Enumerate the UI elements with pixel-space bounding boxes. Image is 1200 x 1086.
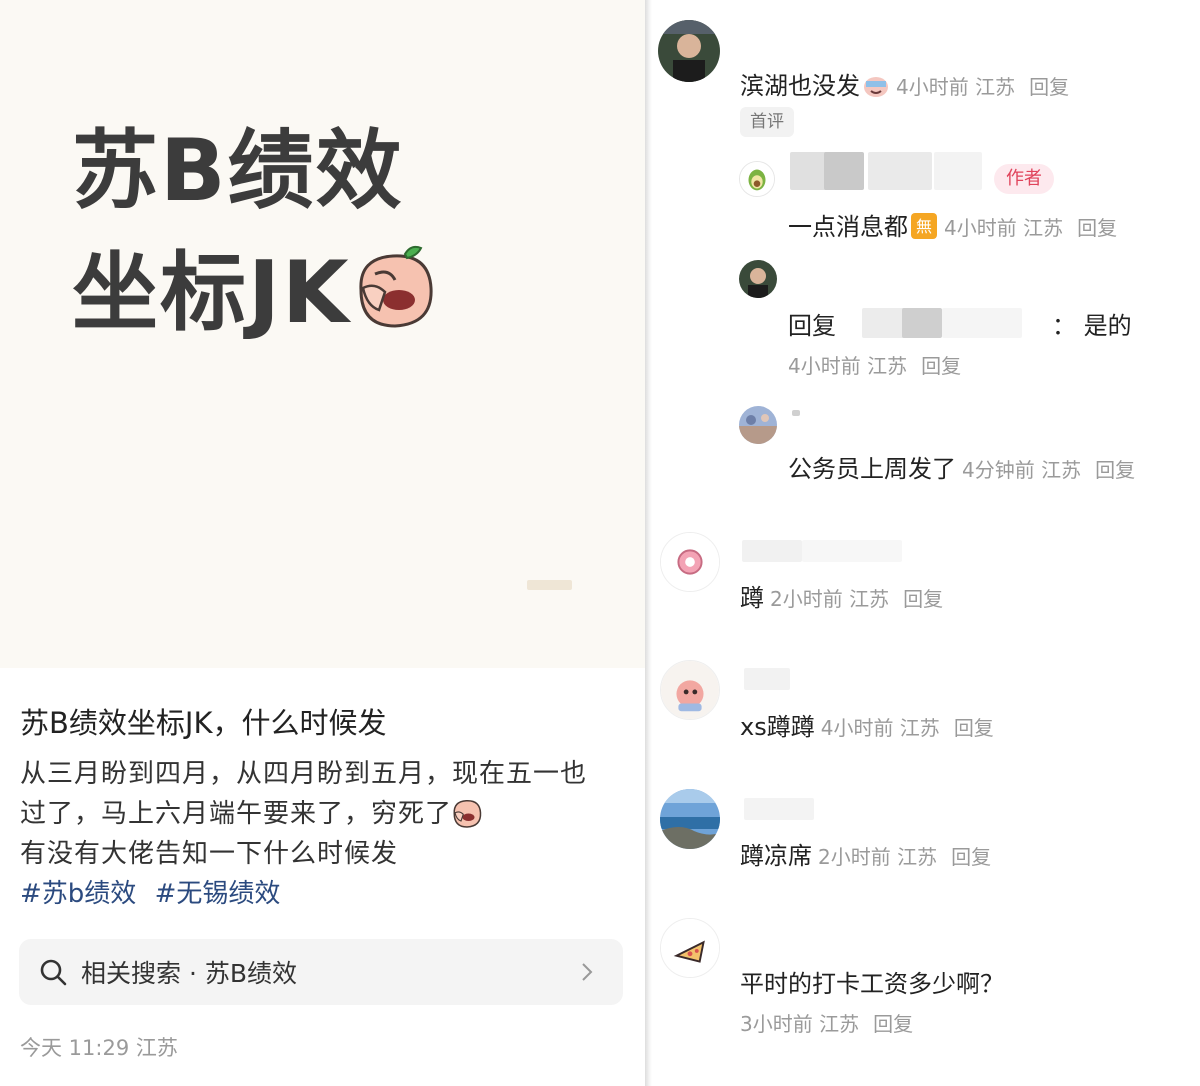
blurred-username xyxy=(868,152,932,190)
chevron-right-icon xyxy=(582,963,593,981)
avatar[interactable] xyxy=(660,532,720,592)
reply-button[interactable]: 回复 xyxy=(951,845,991,869)
reply-button[interactable]: 回复 xyxy=(954,716,994,740)
comment-text: 平时的打卡工资多少啊？ xyxy=(740,970,1004,998)
related-search-label: 相关搜索 · 苏B绩效 xyxy=(81,959,297,988)
cover-decoration xyxy=(527,580,572,590)
avatar[interactable] xyxy=(739,161,775,197)
cover-line-1: 苏B绩效 xyxy=(72,121,404,221)
avatar[interactable] xyxy=(658,20,720,82)
blurred-username xyxy=(934,152,982,190)
facepalm-sticker-small xyxy=(453,799,482,828)
post-meta: 今天 11:29 江苏 xyxy=(20,1036,178,1060)
facepalm-sticker xyxy=(359,245,433,328)
comment-text: 蹲 2小时前 江苏 回复 xyxy=(740,584,944,612)
post-body-line-2: 过了，马上六月端午要来了，穷死了 xyxy=(20,794,620,834)
comment-text: 回复 xyxy=(788,312,836,340)
blurred-username xyxy=(942,308,1022,338)
comments-panel: 滨湖也没发 4小时前 江苏 回复 首评 作者 一点消息都無 4小时前 江苏 回复 回复 … xyxy=(652,0,1200,1086)
avatar[interactable] xyxy=(660,789,720,849)
blurred-username xyxy=(862,308,906,338)
tag-link[interactable]: #苏b绩效 xyxy=(20,879,136,909)
cover-title: 苏B绩效 坐标JK xyxy=(72,110,435,354)
blurred-username xyxy=(792,410,800,416)
reply-button[interactable]: 回复 xyxy=(873,1012,913,1036)
comment-text: xs蹲蹲 4小时前 江苏 回复 xyxy=(740,713,994,741)
avatar[interactable] xyxy=(660,660,720,720)
blurred-username xyxy=(824,152,864,190)
reply-button[interactable]: 回复 xyxy=(1095,458,1135,482)
comment-text: 一点消息都無 4小时前 江苏 回复 xyxy=(788,213,1118,241)
search-icon xyxy=(40,959,67,986)
first-comment-tag: 首评 xyxy=(740,107,794,137)
svg-text:無: 無 xyxy=(916,217,932,236)
comment-text: 公务员上周发了 4分钟前 江苏 回复 xyxy=(788,455,1136,483)
wu-emoji: 無 xyxy=(911,213,937,239)
comment-text: 滨湖也没发 4小时前 江苏 回复 xyxy=(740,72,1070,100)
reply-button[interactable]: 回复 xyxy=(1029,75,1069,99)
tag-link[interactable]: #无锡绩效 xyxy=(155,879,281,909)
blurred-username xyxy=(802,540,902,562)
blurred-username xyxy=(744,668,790,690)
post-cover[interactable]: 苏B绩效 坐标JK xyxy=(0,0,645,668)
post-title: 苏B绩效坐标JK，什么时候发 xyxy=(20,706,387,740)
post-body: 从三月盼到四月，从四月盼到五月，现在五一也 过了，马上六月端午要来了，穷死了 有… xyxy=(20,754,620,874)
post-body-line-1: 从三月盼到四月，从四月盼到五月，现在五一也 xyxy=(20,759,588,789)
related-search-bar[interactable]: 相关搜索 · 苏B绩效 xyxy=(19,939,623,1005)
blurred-username xyxy=(742,540,802,562)
cover-line-2: 坐标JK xyxy=(72,232,435,354)
comment-meta: 3小时前 江苏 回复 xyxy=(740,1012,914,1036)
post-panel: 苏B绩效 坐标JK 苏B绩效坐标JK，什么时候发 从三月盼到四月，从四月盼到五月… xyxy=(0,0,645,1086)
blurred-username xyxy=(902,308,942,338)
reply-button[interactable]: 回复 xyxy=(921,354,961,378)
post-body-line-3: 有没有大佬告知一下什么时候发 xyxy=(20,839,399,869)
comment-text-suffix: ： 是的 xyxy=(1052,312,1132,340)
panel-divider xyxy=(645,0,652,1086)
comment-meta: 4小时前 江苏 回复 xyxy=(788,354,962,378)
avatar[interactable] xyxy=(739,260,777,298)
crying-sticker xyxy=(864,77,888,97)
author-badge: 作者 xyxy=(994,164,1054,194)
reply-button[interactable]: 回复 xyxy=(1077,216,1117,240)
reply-button[interactable]: 回复 xyxy=(903,587,943,611)
avatar[interactable] xyxy=(739,406,777,444)
comment-text: 蹲凉席 2小时前 江苏 回复 xyxy=(740,842,992,870)
post-tags: #苏b绩效 #无锡绩效 xyxy=(20,874,290,914)
avatar[interactable] xyxy=(660,918,720,978)
blurred-username xyxy=(744,798,814,820)
